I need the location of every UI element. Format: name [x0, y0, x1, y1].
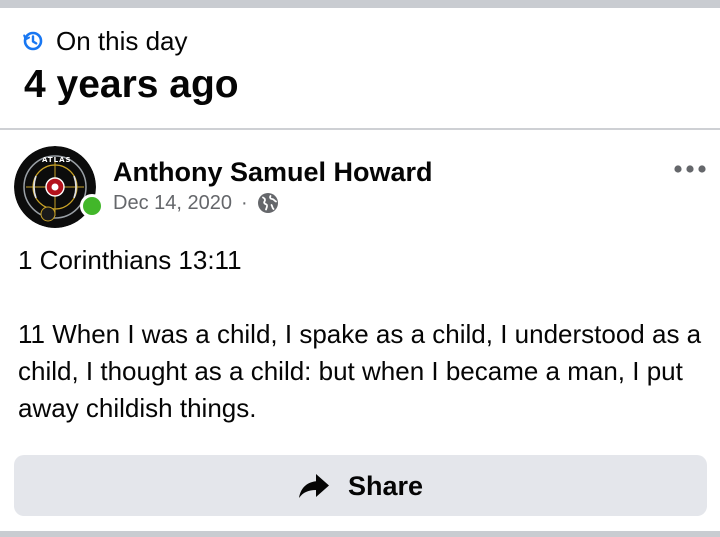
memory-label-row: On this day [22, 26, 188, 56]
post-date[interactable]: Dec 14, 2020 [113, 190, 232, 216]
post-body-line: 11 When I was a child, I spake as a chil… [18, 319, 702, 423]
meta-separator: · [240, 192, 248, 214]
online-status-indicator [80, 194, 104, 218]
post-body: 1 Corinthians 13:11 11 When I was a chil… [18, 242, 708, 427]
memory-years-ago: 4 years ago [24, 63, 239, 106]
avatar-text: ATLAS [42, 156, 72, 164]
more-options-button[interactable] [670, 156, 710, 184]
clock-history-icon [22, 30, 44, 52]
share-arrow-icon [298, 472, 330, 500]
memory-header: On this day 4 years ago [0, 8, 720, 128]
avatar[interactable]: ATLAS [14, 146, 98, 230]
globe-icon [257, 192, 279, 214]
more-options-icon [673, 161, 707, 179]
post-body-blank-line [18, 279, 708, 316]
post-meta: Dec 14, 2020 · [113, 190, 279, 216]
memory-label: On this day [56, 26, 188, 56]
bottom-separator-bar [0, 531, 720, 537]
author-name[interactable]: Anthony Samuel Howard [113, 156, 433, 188]
header-divider [0, 128, 720, 130]
top-separator-bar [0, 0, 720, 8]
post-body-line: 1 Corinthians 13:11 [18, 245, 242, 275]
share-button[interactable]: Share [14, 455, 707, 516]
memory-post-card: On this day 4 years ago ATLAS Anthony Sa… [0, 0, 720, 537]
share-label: Share [347, 470, 424, 501]
